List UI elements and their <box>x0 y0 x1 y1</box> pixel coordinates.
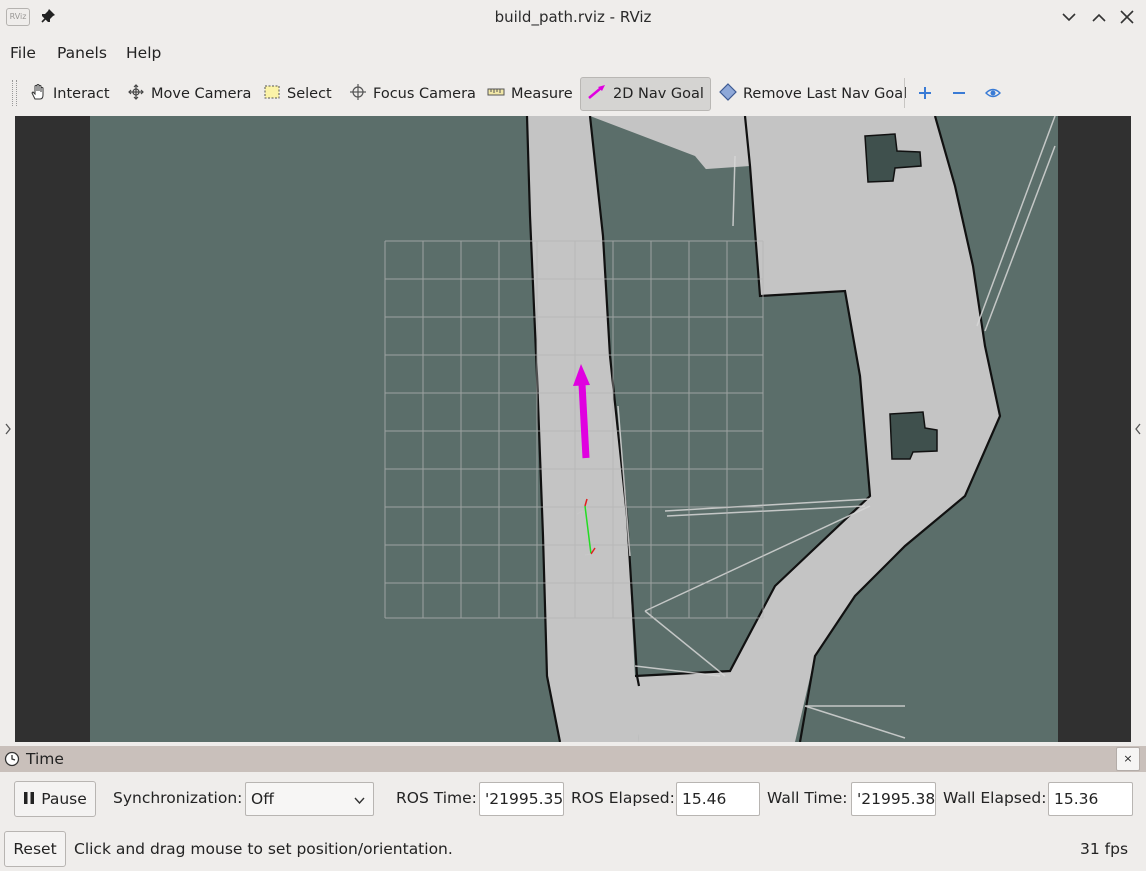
ros-time-label: ROS Time: <box>396 789 477 807</box>
wall-time-label: Wall Time: <box>767 789 848 807</box>
right-dock-expand-icon[interactable] <box>1131 116 1145 742</box>
wall-elapsed-label: Wall Elapsed: <box>943 789 1047 807</box>
menu-panels[interactable]: Panels <box>55 42 109 64</box>
maximize-chevron-icon[interactable] <box>1088 6 1110 28</box>
hand-icon <box>29 83 47 105</box>
fps-counter: 31 fps <box>1080 840 1129 858</box>
tool-move-camera-label: Move Camera <box>151 86 252 102</box>
time-panel-close-button[interactable]: × <box>1116 747 1140 771</box>
menu-file[interactable]: File <box>8 42 38 64</box>
tool-remove-last-nav-goal-label: Remove Last Nav Goal <box>743 86 908 102</box>
synchronization-select[interactable]: Off <box>245 782 374 816</box>
tool-2d-nav-goal-label: 2D Nav Goal <box>613 86 704 102</box>
menu-help[interactable]: Help <box>124 42 163 64</box>
tool-focus-camera-label: Focus Camera <box>373 86 476 102</box>
status-message: Click and drag mouse to set position/ori… <box>74 840 453 858</box>
tool-select-label: Select <box>287 86 332 102</box>
clock-icon <box>4 751 20 767</box>
wall-time-field[interactable]: '21995.38 <box>851 782 936 816</box>
wall-elapsed-field[interactable]: 15.36 <box>1048 782 1133 816</box>
tool-select[interactable]: Select <box>256 77 339 111</box>
tool-focus-camera[interactable]: Focus Camera <box>342 77 483 111</box>
left-dock-expand-icon[interactable] <box>1 116 15 742</box>
time-panel-title: Time <box>26 750 64 768</box>
plus-icon[interactable] <box>916 84 934 102</box>
chevron-down-icon <box>354 783 365 815</box>
synchronization-label: Synchronization: <box>113 789 243 807</box>
minus-icon[interactable] <box>950 84 968 102</box>
tool-move-camera[interactable]: Move Camera <box>120 77 258 111</box>
tool-2d-nav-goal[interactable]: 2D Nav Goal <box>580 77 711 111</box>
pause-button[interactable]: Pause <box>14 781 96 817</box>
ruler-icon <box>487 83 505 105</box>
pause-button-label: Pause <box>41 790 87 808</box>
move-camera-icon <box>127 83 145 105</box>
crosshair-icon <box>349 83 367 105</box>
toolbar-grip[interactable] <box>12 80 17 106</box>
tool-remove-last-nav-goal[interactable]: Remove Last Nav Goal <box>712 77 914 111</box>
pause-icon <box>23 790 35 808</box>
tool-measure[interactable]: Measure <box>480 77 580 111</box>
diamond-icon <box>719 83 737 105</box>
render-viewport[interactable] <box>15 116 1131 742</box>
tool-interact-label: Interact <box>53 86 110 102</box>
ros-time-field[interactable]: '21995.35 <box>479 782 564 816</box>
time-panel-header <box>0 746 1146 772</box>
ros-elapsed-label: ROS Elapsed: <box>571 789 675 807</box>
eye-icon[interactable] <box>984 84 1002 102</box>
reset-button[interactable]: Reset <box>4 831 66 867</box>
nav-goal-arrow-icon <box>587 83 607 105</box>
window-title: build_path.rviz - RViz <box>494 8 652 26</box>
toolbar-separator <box>904 78 905 108</box>
tool-interact[interactable]: Interact <box>22 77 117 111</box>
select-box-icon <box>263 83 281 105</box>
synchronization-value: Off <box>251 790 274 808</box>
tool-measure-label: Measure <box>511 86 573 102</box>
minimize-chevron-icon[interactable] <box>1058 6 1080 28</box>
close-window-icon[interactable] <box>1116 6 1138 28</box>
map-render <box>90 116 1058 742</box>
ros-elapsed-field[interactable]: 15.46 <box>676 782 760 816</box>
